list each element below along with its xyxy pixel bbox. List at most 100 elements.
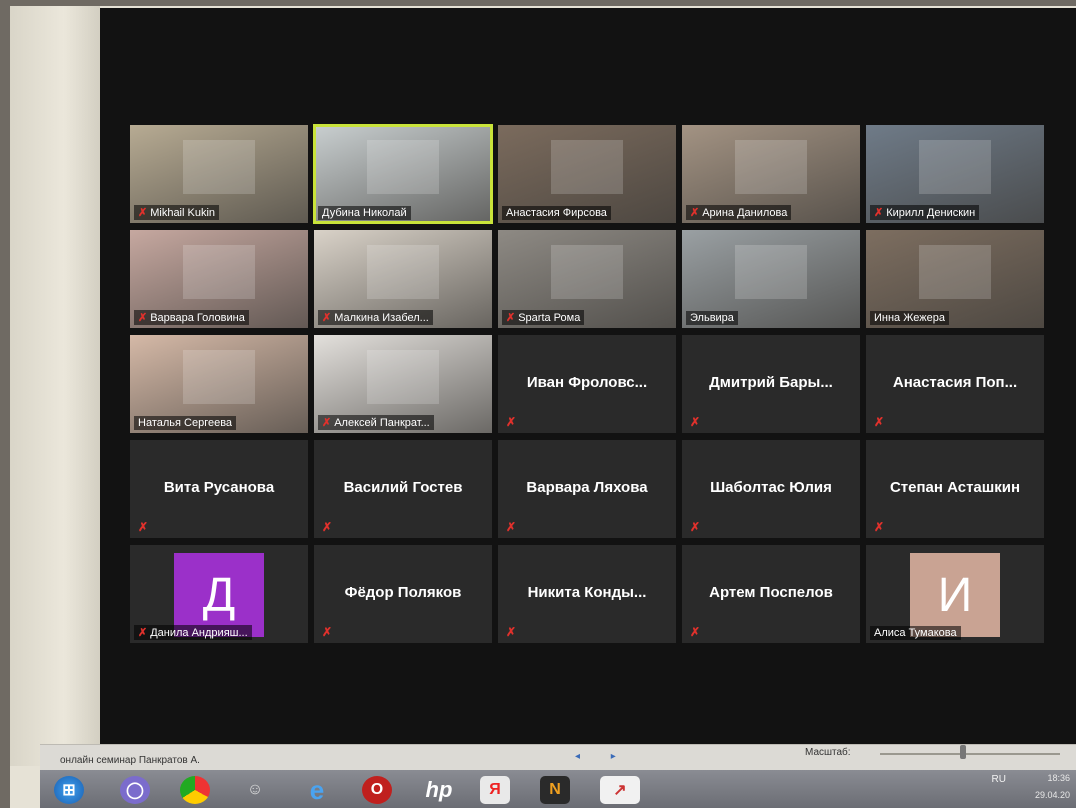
participant-name: Дубина Николай	[322, 207, 407, 219]
participant-tile[interactable]: Анастасия Поп... ✗	[866, 335, 1044, 433]
video-feed	[367, 139, 439, 194]
participant-name: Наталья Сергеева	[138, 417, 233, 429]
participant-tile[interactable]: Фёдор Поляков ✗	[314, 545, 492, 643]
muted-mic-icon: ✗	[322, 625, 333, 639]
participant-tile[interactable]: Дмитрий Бары... ✗	[682, 335, 860, 433]
participant-name-label: ✗ Sparta Рома	[502, 310, 585, 325]
participant-name: Вита Русанова	[163, 479, 275, 497]
muted-mic-icon: ✗	[690, 520, 701, 534]
participant-name: Варвара Головина	[150, 312, 245, 324]
participant-name: Дмитрий Бары...	[709, 374, 833, 392]
participant-name: Малкина Изабел...	[334, 312, 429, 324]
video-feed	[551, 139, 623, 194]
muted-mic-icon: ✗	[874, 207, 884, 219]
zoom-slider-handle[interactable]	[960, 745, 966, 759]
video-feed	[551, 244, 623, 299]
monitor-bezel-left	[10, 6, 100, 766]
participant-name: Алексей Панкрат...	[334, 417, 430, 429]
participant-tile[interactable]: Инна Жежера	[866, 230, 1044, 328]
alice-assistant-icon[interactable]: ◯	[120, 776, 150, 804]
muted-mic-icon: ✗	[874, 520, 885, 534]
muted-mic-icon: ✗	[138, 312, 148, 324]
participant-name: Инна Жежера	[874, 312, 945, 324]
participant-name-label: Инна Жежера	[870, 311, 949, 325]
windows-taskbar: ⊞ ◯ ☺ e O hp Я N ↗ RU 18:36 29.04.20	[40, 770, 1076, 808]
participant-tile[interactable]: ✗ Mikhail Kukin	[130, 125, 308, 223]
participant-name: Эльвира	[690, 312, 734, 324]
muted-mic-icon: ✗	[506, 520, 517, 534]
participant-name: Василий Гостев	[343, 479, 463, 497]
internet-explorer-icon[interactable]: e	[302, 775, 332, 805]
participant-tile[interactable]: ✗ Алексей Панкрат...	[314, 335, 492, 433]
participant-tile[interactable]: Шаболтас Юлия ✗	[682, 440, 860, 538]
opera-icon[interactable]: O	[362, 776, 392, 804]
meeting-title: онлайн семинар Панкратов А.	[60, 755, 200, 766]
people-icon[interactable]: ☺	[240, 776, 270, 804]
muted-mic-icon: ✗	[506, 625, 517, 639]
video-feed	[735, 244, 807, 299]
video-feed	[183, 244, 255, 299]
participant-tile[interactable]: Артем Поспелов ✗	[682, 545, 860, 643]
zoom-scale-label: Масштаб:	[805, 747, 851, 758]
muted-mic-icon: ✗	[322, 520, 333, 534]
participant-name: Данила Андрияш...	[150, 627, 248, 639]
participant-tile[interactable]: Иван Фроловс... ✗	[498, 335, 676, 433]
participant-name: Арина Данилова	[702, 207, 788, 219]
tray-language[interactable]: RU	[992, 774, 1006, 785]
participant-name: Шаболтас Юлия	[710, 479, 832, 497]
participant-tile[interactable]: Эльвира	[682, 230, 860, 328]
participant-name: Фёдор Поляков	[344, 584, 462, 602]
participant-name: Анастасия Поп...	[892, 374, 1018, 392]
taskbar-clock[interactable]: 18:36 29.04.20	[1035, 770, 1070, 804]
participant-name: Mikhail Kukin	[150, 207, 216, 219]
video-feed	[183, 349, 255, 404]
participant-tile[interactable]: Дубина Николай	[313, 124, 493, 224]
muted-mic-icon: ✗	[874, 415, 885, 429]
participant-name: Кирилл Денискин	[886, 207, 976, 219]
app-n-icon[interactable]: N	[540, 776, 570, 804]
page-nav-arrows[interactable]: ◂ ▸	[575, 751, 630, 762]
participant-tile[interactable]: Анастасия Фирсова	[498, 125, 676, 223]
participant-name: Варвара Ляхова	[526, 479, 648, 497]
participant-name-label: ✗ Варвара Головина	[134, 310, 249, 325]
participant-tile[interactable]: Степан Асташкин ✗	[866, 440, 1044, 538]
participant-name: Алиса Тумакова	[874, 627, 957, 639]
participant-name-label: Алиса Тумакова	[870, 626, 961, 640]
participant-name-label: ✗ Арина Данилова	[686, 205, 792, 220]
participant-name-label: ✗ Алексей Панкрат...	[318, 415, 434, 430]
participant-name: Sparta Рома	[518, 312, 581, 324]
participant-tile[interactable]: И Алиса Тумакова	[866, 545, 1044, 643]
participant-name: Артем Поспелов	[709, 584, 833, 602]
video-feed	[735, 139, 807, 194]
muted-mic-icon: ✗	[506, 312, 516, 324]
chrome-icon[interactable]	[180, 776, 210, 804]
participant-name-label: Анастасия Фирсова	[502, 206, 611, 220]
zoom-chart-icon[interactable]: ↗	[600, 776, 640, 804]
participant-name-label: ✗ Кирилл Денискин	[870, 205, 980, 220]
participant-tile[interactable]: Варвара Ляхова ✗	[498, 440, 676, 538]
start-button-icon[interactable]: ⊞	[54, 776, 84, 804]
participant-tile[interactable]: Вита Русанова ✗	[130, 440, 308, 538]
participant-name-label: ✗ Mikhail Kukin	[134, 205, 220, 220]
participant-tile[interactable]: Василий Гостев ✗	[314, 440, 492, 538]
participant-tile[interactable]: ✗ Малкина Изабел...	[314, 230, 492, 328]
yandex-browser-icon[interactable]: Я	[480, 776, 510, 804]
gallery-view: ✗ Mikhail Kukin Дубина Николай Анастасия Фи…	[130, 124, 1060, 655]
participant-tile[interactable]: Д ✗ Данила Андрияш...	[130, 545, 308, 643]
participant-tile[interactable]: Никита Конды... ✗	[498, 545, 676, 643]
participant-tile[interactable]: ✗ Sparta Рома	[498, 230, 676, 328]
participant-tile[interactable]: ✗ Варвара Головина	[130, 230, 308, 328]
participant-tile[interactable]: ✗ Арина Данилова	[682, 125, 860, 223]
participant-name: Никита Конды...	[527, 584, 647, 602]
video-feed	[919, 244, 991, 299]
participant-tile[interactable]: Наталья Сергеева	[130, 335, 308, 433]
participant-name: Иван Фроловс...	[526, 374, 648, 392]
participant-name-label: ✗ Малкина Изабел...	[318, 310, 433, 325]
video-feed	[367, 349, 439, 404]
zoom-slider-track[interactable]	[880, 753, 1060, 755]
hp-icon[interactable]: hp	[424, 776, 454, 804]
participant-tile[interactable]: ✗ Кирилл Денискин	[866, 125, 1044, 223]
participant-name: Степан Асташкин	[889, 479, 1021, 497]
participant-name: Анастасия Фирсова	[506, 207, 607, 219]
muted-mic-icon: ✗	[322, 312, 332, 324]
